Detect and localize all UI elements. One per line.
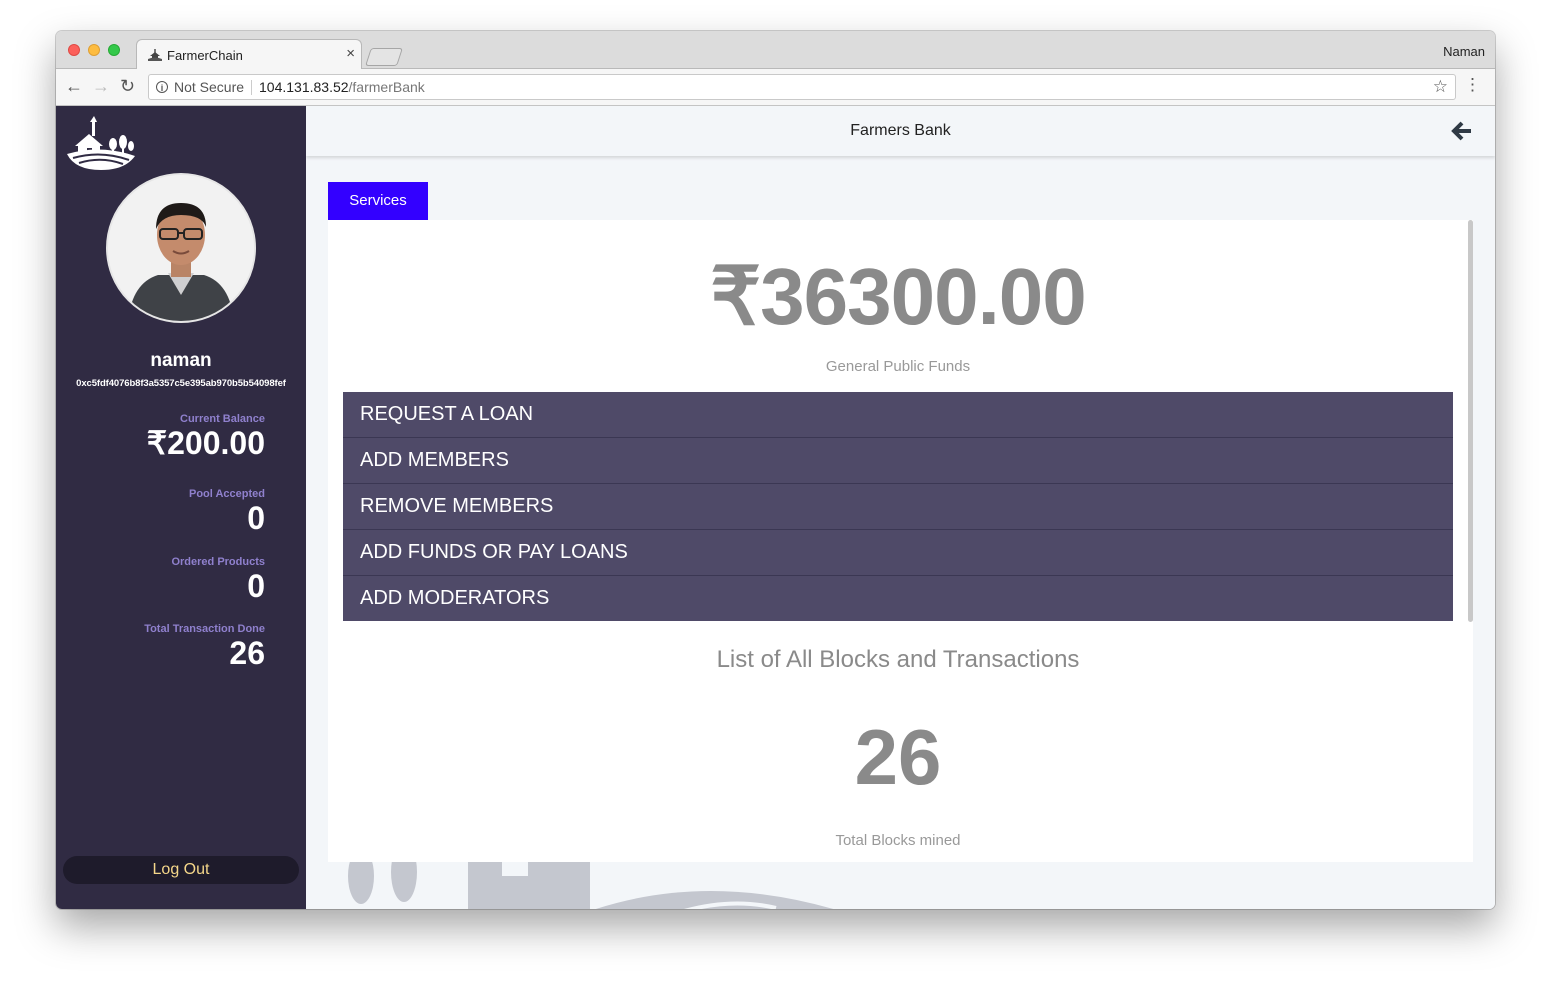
minimize-window-button[interactable] bbox=[88, 44, 100, 56]
stat-label: Ordered Products bbox=[171, 556, 265, 568]
tab-close-icon[interactable]: × bbox=[346, 45, 355, 62]
panel-scrollbar[interactable] bbox=[1468, 220, 1473, 622]
blocks-count: 26 bbox=[854, 713, 942, 801]
add-moderators-button[interactable]: ADD MODERATORS bbox=[343, 576, 1453, 621]
bookmark-star-icon[interactable]: ☆ bbox=[1433, 77, 1448, 97]
back-arrow-icon[interactable]: ← bbox=[65, 77, 83, 95]
user-name: naman bbox=[150, 350, 212, 371]
forward-arrow-icon[interactable]: → bbox=[92, 77, 110, 95]
address-bar[interactable]: i Not Secure 104.131.83.52/farmerBank ☆ bbox=[148, 74, 1456, 100]
stat-value: 26 bbox=[229, 635, 265, 671]
request-loan-button[interactable]: REQUEST A LOAN bbox=[343, 392, 1453, 438]
browser-menu-icon[interactable]: ⋮ bbox=[1464, 76, 1481, 94]
service-list: REQUEST A LOAN ADD MEMBERS REMOVE MEMBER… bbox=[343, 392, 1453, 621]
browser-toolbar: ← → ↻ i Not Secure 104.131.83.52/farmerB… bbox=[56, 69, 1495, 106]
url-text[interactable]: 104.131.83.52/farmerBank bbox=[259, 79, 425, 95]
page-title: Farmers Bank bbox=[850, 122, 951, 139]
info-icon[interactable]: i bbox=[156, 81, 168, 93]
add-members-button[interactable]: ADD MEMBERS bbox=[343, 438, 1453, 484]
stat-label: Current Balance bbox=[180, 413, 265, 425]
services-panel: ₹36300.00 General Public Funds REQUEST A… bbox=[328, 220, 1473, 862]
blocks-label: Total Blocks mined bbox=[835, 832, 961, 849]
top-bar: Farmers Bank bbox=[306, 106, 1495, 156]
url-host: 104.131.83.52 bbox=[259, 79, 349, 95]
tab-farmerchain[interactable]: FarmerChain × bbox=[136, 39, 362, 69]
security-label[interactable]: Not Secure bbox=[174, 79, 244, 95]
page-content: naman 0xc5fdf4076b8f3a5357c5e395ab970b5b… bbox=[56, 106, 1495, 909]
stat-ordered-products: Ordered Products 0 bbox=[171, 556, 265, 602]
public-funds-label: General Public Funds bbox=[825, 358, 971, 375]
tab-title: FarmerChain bbox=[167, 48, 243, 63]
remove-members-button[interactable]: REMOVE MEMBERS bbox=[343, 484, 1453, 530]
user-photo bbox=[108, 175, 254, 321]
stat-value: 0 bbox=[247, 568, 265, 604]
browser-window: FarmerChain × Naman ← → ↻ i Not Secure 1… bbox=[56, 31, 1495, 909]
stat-pool-accepted: Pool Accepted 0 bbox=[189, 488, 265, 534]
public-funds-amount: ₹36300.00 bbox=[710, 252, 1087, 341]
add-funds-button[interactable]: ADD FUNDS OR PAY LOANS bbox=[343, 530, 1453, 576]
stat-value: 0 bbox=[247, 500, 265, 536]
profile-name[interactable]: Naman bbox=[1443, 44, 1485, 59]
wallet-address: 0xc5fdf4076b8f3a5357c5e395ab970b5b54098f… bbox=[76, 378, 286, 389]
user-avatar[interactable] bbox=[106, 173, 256, 323]
stat-label: Pool Accepted bbox=[189, 488, 265, 500]
tab-strip: FarmerChain × Naman bbox=[56, 31, 1495, 69]
farm-logo-icon[interactable] bbox=[67, 116, 137, 171]
stat-value: ₹200.00 bbox=[146, 425, 265, 461]
url-path: /farmerBank bbox=[348, 79, 425, 95]
stat-current-balance: Current Balance ₹200.00 bbox=[147, 413, 265, 459]
main-area: Farmers Bank Services ₹36300.00 General … bbox=[306, 106, 1495, 909]
farm-favicon-icon bbox=[148, 49, 162, 61]
stat-total-transactions: Total Transaction Done 26 bbox=[144, 623, 265, 669]
logout-button[interactable]: Log Out bbox=[63, 856, 299, 884]
blocks-heading: List of All Blocks and Transactions bbox=[716, 646, 1080, 673]
back-arrow-icon[interactable] bbox=[1451, 120, 1473, 142]
new-tab-button[interactable] bbox=[365, 48, 403, 66]
maximize-window-button[interactable] bbox=[108, 44, 120, 56]
sidebar: naman 0xc5fdf4076b8f3a5357c5e395ab970b5b… bbox=[56, 106, 306, 909]
stat-label: Total Transaction Done bbox=[144, 623, 265, 635]
tab-services[interactable]: Services bbox=[328, 182, 428, 220]
close-window-button[interactable] bbox=[68, 44, 80, 56]
omnibox-divider bbox=[251, 80, 252, 95]
reload-icon[interactable]: ↻ bbox=[120, 77, 135, 95]
